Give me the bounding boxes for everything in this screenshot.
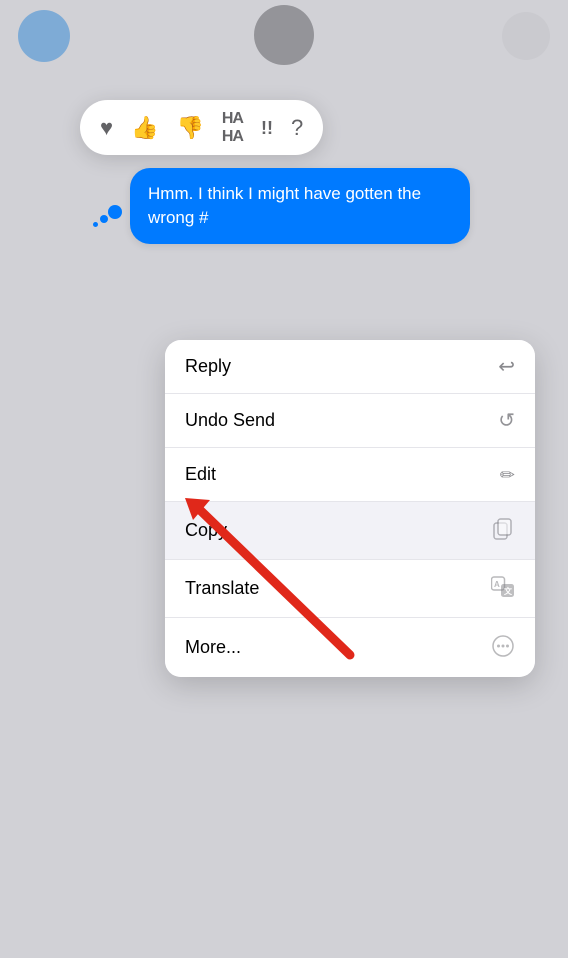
copy-icon xyxy=(493,518,515,543)
menu-label-copy: Copy xyxy=(185,520,227,541)
menu-item-reply[interactable]: Reply ↩ xyxy=(165,340,535,394)
menu-item-copy[interactable]: Copy xyxy=(165,502,535,560)
avatar-right xyxy=(502,12,550,60)
menu-label-reply: Reply xyxy=(185,356,231,377)
reaction-bar: ♥ 👍 👎 HAHA !! ? xyxy=(80,100,323,155)
menu-label-edit: Edit xyxy=(185,464,216,485)
reaction-exclaim[interactable]: !! xyxy=(261,119,273,137)
menu-item-translate[interactable]: Translate A 文 xyxy=(165,560,535,618)
menu-label-undo-send: Undo Send xyxy=(185,410,275,431)
avatar-left xyxy=(18,10,70,62)
svg-text:A: A xyxy=(494,580,500,589)
svg-text:文: 文 xyxy=(504,586,513,596)
reaction-heart[interactable]: ♥ xyxy=(100,117,113,139)
bubble-tail-medium xyxy=(100,215,108,223)
reply-icon: ↩ xyxy=(498,357,515,377)
undo-send-icon: ↺ xyxy=(498,411,515,431)
menu-item-edit[interactable]: Edit ✏ xyxy=(165,448,535,502)
bubble-tail-large xyxy=(108,205,122,219)
edit-icon: ✏ xyxy=(500,466,515,484)
menu-label-more: More... xyxy=(185,637,241,658)
reaction-haha[interactable]: HAHA xyxy=(222,110,243,145)
menu-label-translate: Translate xyxy=(185,578,259,599)
message-bubble: Hmm. I think I might have gotten the wro… xyxy=(130,168,470,244)
menu-item-undo-send[interactable]: Undo Send ↺ xyxy=(165,394,535,448)
context-menu: Reply ↩ Undo Send ↺ Edit ✏ Copy Translat… xyxy=(165,340,535,677)
reaction-thumbsdown[interactable]: 👎 xyxy=(176,117,203,139)
reaction-question[interactable]: ? xyxy=(291,117,303,139)
reaction-thumbsup[interactable]: 👍 xyxy=(131,117,158,139)
message-text: Hmm. I think I might have gotten the wro… xyxy=(148,184,421,227)
translate-icon: A 文 xyxy=(491,576,515,601)
avatar-center xyxy=(254,5,314,65)
more-icon xyxy=(491,634,515,661)
menu-item-more[interactable]: More... xyxy=(165,618,535,677)
bubble-tail-small xyxy=(93,222,98,227)
